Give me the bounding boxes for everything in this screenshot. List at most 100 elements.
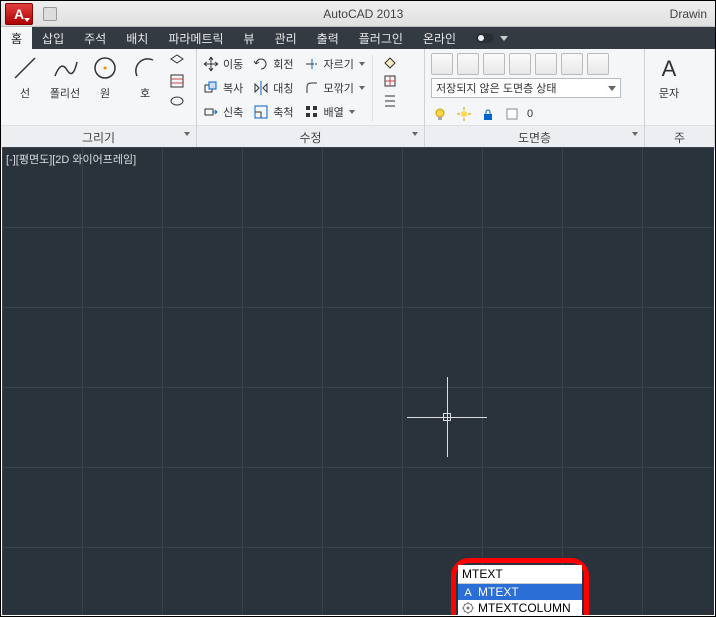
layer-isolate-icon[interactable]	[483, 53, 505, 75]
copy-button[interactable]: 복사	[203, 77, 243, 99]
svg-text:A: A	[464, 587, 472, 598]
arc-button[interactable]: 호	[127, 53, 163, 101]
app-menu-button[interactable]: A	[5, 3, 33, 25]
explode-icon[interactable]	[382, 73, 398, 89]
line-icon	[10, 53, 40, 83]
panel-title-label: 도면층	[518, 131, 551, 145]
tab-주석[interactable]: 주석	[74, 27, 116, 50]
ribbon-tab-bar: 홈삽입주석배치파라메트릭뷰관리출력플러그인온라인	[1, 27, 715, 49]
drawing-viewport[interactable]: [-][평면도][2D 와이어프레임] MTEXT AMTEXTMTEXTCOL…	[2, 147, 714, 615]
move-label: 이동	[223, 56, 243, 72]
fillet-label: 모깎기	[324, 80, 354, 96]
trim-icon	[304, 56, 320, 72]
hatch-icon[interactable]	[169, 73, 185, 89]
polyline-button[interactable]: 폴리선	[47, 53, 83, 101]
layer-states-icon[interactable]	[457, 53, 479, 75]
lock-icon	[479, 105, 497, 123]
modify-mini-tools	[382, 53, 398, 109]
fillet-icon	[304, 80, 320, 96]
chevron-down-icon	[412, 132, 418, 136]
lightbulb-icon	[431, 105, 449, 123]
layer-state-dropdown[interactable]: 저장되지 않은 도면층 상태	[431, 78, 621, 98]
document-name: Drawin	[670, 7, 707, 21]
text-label: 문자	[659, 85, 679, 101]
dropdown-icon[interactable]	[500, 36, 508, 41]
stretch-icon	[203, 104, 219, 120]
ellipse-icon[interactable]	[169, 93, 185, 109]
autocomplete-item[interactable]: MTEXTCOLUMN	[458, 600, 582, 615]
autocomplete-item-label: MTEXTCOLUMN	[478, 601, 571, 615]
tab-관리[interactable]: 관리	[265, 27, 307, 50]
stretch-label: 신축	[223, 104, 243, 120]
chevron-down-icon	[359, 86, 365, 90]
stretch-button[interactable]: 신축	[203, 101, 243, 123]
layer-current-row[interactable]: 0	[431, 105, 638, 123]
ribbon: 선 폴리선 원 호 그리기 이동	[1, 49, 715, 150]
autocomplete-item[interactable]: AMTEXT	[458, 584, 582, 600]
rectangle-icon[interactable]	[169, 53, 185, 69]
trim-label: 자르기	[324, 56, 354, 72]
arc-icon	[130, 53, 160, 83]
panel-modify-title[interactable]: 수정	[197, 125, 424, 149]
copy-label: 복사	[223, 80, 243, 96]
circle-button[interactable]: 원	[87, 53, 123, 101]
text-button[interactable]: A 문자	[651, 53, 687, 101]
line-button[interactable]: 선	[7, 53, 43, 101]
panel-draw: 선 폴리선 원 호 그리기	[1, 49, 197, 149]
tab-홈[interactable]: 홈	[1, 27, 32, 50]
quick-access-toolbar	[43, 7, 57, 21]
tab-파라메트릭[interactable]: 파라메트릭	[158, 27, 233, 50]
trim-button[interactable]: 자르기	[304, 53, 365, 75]
layer-match-icon[interactable]	[587, 53, 609, 75]
switch-icon[interactable]	[476, 33, 494, 43]
panel-draw-title[interactable]: 그리기	[1, 125, 196, 149]
move-button[interactable]: 이동	[203, 53, 243, 75]
arc-label: 호	[140, 85, 150, 101]
mirror-icon	[253, 80, 269, 96]
offset-icon[interactable]	[382, 93, 398, 109]
tab-플러그인[interactable]: 플러그인	[349, 27, 413, 50]
panel-modify: 이동 회전 자르기 복사 대칭 모깎기 신축 축척 배열 수정	[197, 49, 425, 149]
circle-icon	[90, 53, 120, 83]
tab-출력[interactable]: 출력	[307, 27, 349, 50]
viewport-label[interactable]: [-][평면도][2D 와이어프레임]	[6, 151, 136, 167]
layer-properties-icon[interactable]	[431, 53, 453, 75]
rotate-icon	[253, 56, 269, 72]
title-bar: A AutoCAD 2013 Drawin	[1, 1, 715, 27]
mirror-label: 대칭	[273, 80, 293, 96]
chevron-down-icon	[349, 110, 355, 114]
fillet-button[interactable]: 모깎기	[304, 77, 365, 99]
gear-icon	[461, 602, 474, 615]
chevron-down-icon	[632, 132, 638, 136]
polyline-icon	[50, 53, 80, 83]
command-input[interactable]: MTEXT	[458, 565, 582, 584]
copy-icon	[203, 80, 219, 96]
tab-배치[interactable]: 배치	[116, 27, 158, 50]
erase-icon[interactable]	[382, 53, 398, 69]
rotate-button[interactable]: 회전	[253, 53, 293, 75]
scale-button[interactable]: 축척	[253, 101, 293, 123]
svg-text:A: A	[662, 56, 677, 81]
layer-freeze-icon[interactable]	[509, 53, 531, 75]
chevron-down-icon	[359, 62, 365, 66]
chevron-down-icon	[184, 132, 190, 136]
chevron-down-icon	[608, 86, 616, 91]
array-button[interactable]: 배열	[304, 101, 365, 123]
sun-icon	[455, 105, 473, 123]
qat-icon[interactable]	[43, 7, 57, 21]
panel-layers-title[interactable]: 도면층	[425, 125, 644, 149]
tab-삽입[interactable]: 삽입	[32, 27, 74, 50]
text-icon: A	[654, 53, 684, 83]
separator	[372, 55, 373, 121]
scale-label: 축척	[273, 104, 293, 120]
polyline-label: 폴리선	[50, 85, 80, 101]
layer-state-label: 저장되지 않은 도면층 상태	[436, 80, 557, 96]
panel-layers: 저장되지 않은 도면층 상태 0 도면층	[425, 49, 645, 149]
tab-온라인[interactable]: 온라인	[413, 27, 466, 50]
highlight-annotation: MTEXT AMTEXTMTEXTCOLUMNMTEXTEDMTEXTFIXED…	[451, 558, 589, 615]
layer-lock-icon[interactable]	[535, 53, 557, 75]
panel-annotate-title[interactable]: 주	[645, 125, 714, 149]
tab-뷰[interactable]: 뷰	[234, 27, 265, 50]
mirror-button[interactable]: 대칭	[253, 77, 293, 99]
layer-off-icon[interactable]	[561, 53, 583, 75]
